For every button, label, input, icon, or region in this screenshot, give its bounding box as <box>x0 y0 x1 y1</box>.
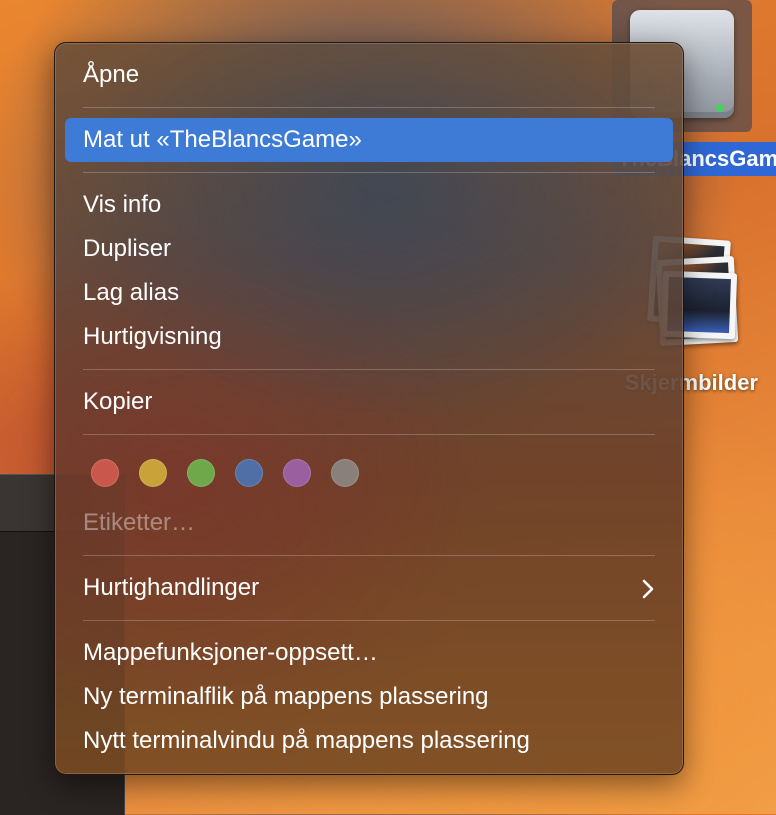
menu-separator <box>83 620 655 621</box>
menu-separator <box>83 369 655 370</box>
tag-yellow[interactable] <box>139 459 167 487</box>
tag-gray[interactable] <box>331 459 359 487</box>
menu-item-get-info[interactable]: Vis info <box>55 183 683 227</box>
menu-separator <box>83 434 655 435</box>
menu-item-quick-look[interactable]: Hurtigvisning <box>55 315 683 359</box>
menu-item-make-alias[interactable]: Lag alias <box>55 271 683 315</box>
tag-green[interactable] <box>187 459 215 487</box>
context-menu: Åpne Mat ut «TheBlancsGame» Vis info Dup… <box>54 42 684 775</box>
menu-item-new-terminal-tab[interactable]: Ny terminalflik på mappens plassering <box>55 675 683 719</box>
menu-item-tags[interactable]: Etiketter… <box>55 501 683 545</box>
menu-separator <box>83 172 655 173</box>
drive-activity-light <box>716 104 724 112</box>
menu-separator <box>83 555 655 556</box>
tag-blue[interactable] <box>235 459 263 487</box>
tag-purple[interactable] <box>283 459 311 487</box>
menu-item-quick-actions-label: Hurtighandlinger <box>83 574 260 601</box>
menu-item-quick-actions[interactable]: Hurtighandlinger <box>55 566 683 610</box>
menu-item-copy[interactable]: Kopier <box>55 380 683 424</box>
chevron-right-icon <box>641 566 655 610</box>
tag-color-row <box>55 445 683 501</box>
menu-separator <box>83 107 655 108</box>
menu-item-folder-actions[interactable]: Mappefunksjoner-oppsett… <box>55 631 683 675</box>
tag-red[interactable] <box>91 459 119 487</box>
menu-item-new-terminal-window[interactable]: Nytt terminalvindu på mappens plassering <box>55 719 683 763</box>
menu-item-duplicate[interactable]: Dupliser <box>55 227 683 271</box>
menu-item-eject[interactable]: Mat ut «TheBlancsGame» <box>65 118 673 162</box>
menu-item-open[interactable]: Åpne <box>55 53 683 97</box>
